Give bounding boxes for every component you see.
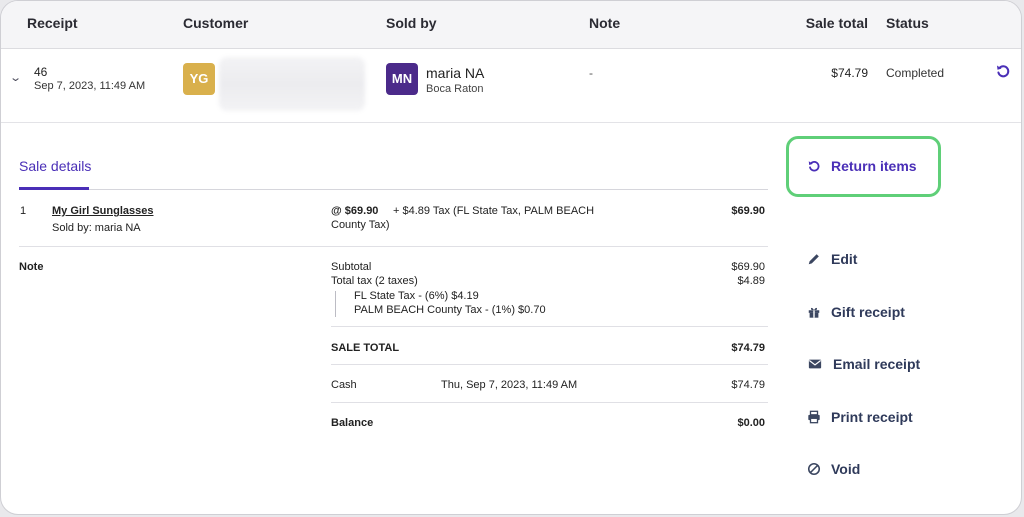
note-value: -	[589, 66, 593, 80]
tab-active-indicator	[19, 187, 89, 190]
void-label: Void	[831, 461, 861, 477]
col-sold-by[interactable]: Sold by	[386, 15, 437, 31]
divider	[331, 326, 768, 327]
payment-date: Thu, Sep 7, 2023, 11:49 AM	[441, 379, 578, 391]
item-amount: $69.90	[731, 205, 765, 217]
email-receipt-button[interactable]: Email receipt	[807, 353, 920, 375]
payment-amount: $74.79	[731, 379, 765, 391]
sale-total-label: SALE TOTAL	[331, 342, 400, 354]
divider	[19, 246, 768, 247]
gift-icon	[808, 307, 820, 318]
void-button[interactable]: Void	[807, 458, 860, 480]
return-items-button[interactable]: Return items	[807, 155, 917, 177]
print-receipt-label: Print receipt	[831, 409, 913, 425]
status-badge: Completed	[886, 66, 945, 80]
item-tax-line-1: + $4.89 Tax (FL State Tax, PALM BEACH	[393, 205, 595, 217]
envelope-icon	[808, 359, 822, 369]
table-header: Receipt Customer Sold by Note Sale total…	[1, 1, 1021, 49]
email-receipt-label: Email receipt	[833, 356, 921, 372]
void-icon	[807, 462, 821, 476]
col-customer[interactable]: Customer	[183, 15, 248, 31]
table-row[interactable]: ⌄ 46 Sep 7, 2023, 11:49 AM YG MN maria N…	[1, 49, 1021, 123]
seller-avatar: MN	[386, 63, 418, 95]
receipt-date: Sep 7, 2023, 11:49 AM	[34, 80, 146, 92]
customer-details-redacted	[219, 57, 365, 111]
item-unit-price: @ $69.90	[331, 205, 379, 217]
col-note[interactable]: Note	[589, 15, 620, 31]
total-tax-label: Total tax (2 taxes)	[331, 275, 418, 287]
pencil-icon	[808, 254, 819, 265]
sale-total-value: $74.79	[831, 66, 868, 80]
seller-location: Boca Raton	[426, 83, 484, 95]
gift-receipt-button[interactable]: Gift receipt	[807, 301, 905, 323]
gift-receipt-label: Gift receipt	[831, 304, 905, 320]
subtotal-label: Subtotal	[331, 261, 372, 273]
return-icon[interactable]	[995, 63, 1011, 79]
item-sold-by: Sold by: maria NA	[52, 222, 141, 234]
tax-breakdown-bar	[335, 291, 336, 317]
tax-breakdown-1: FL State Tax - (6%) $4.19	[354, 290, 479, 302]
balance-value: $0.00	[737, 417, 765, 429]
printer-icon	[808, 410, 820, 424]
total-tax-value: $4.89	[737, 275, 765, 287]
edit-button[interactable]: Edit	[807, 248, 857, 270]
tab-sale-details[interactable]: Sale details	[19, 158, 91, 174]
print-receipt-button[interactable]: Print receipt	[807, 406, 913, 428]
chevron-down-icon[interactable]: ⌄	[9, 71, 22, 84]
sale-card: Receipt Customer Sold by Note Sale total…	[0, 0, 1022, 515]
edit-label: Edit	[831, 251, 858, 267]
col-status[interactable]: Status	[886, 15, 929, 31]
col-receipt[interactable]: Receipt	[27, 15, 78, 31]
receipt-number: 46	[34, 65, 48, 79]
item-tax-line-2: County Tax)	[331, 219, 390, 231]
item-name-link[interactable]: My Girl Sunglasses	[52, 205, 153, 217]
return-icon	[808, 161, 820, 172]
subtotal-value: $69.90	[731, 261, 765, 273]
col-sale-total[interactable]: Sale total	[806, 15, 868, 31]
sale-total-amount: $74.79	[731, 342, 765, 354]
tax-breakdown-2: PALM BEACH County Tax - (1%) $0.70	[354, 304, 546, 316]
balance-label: Balance	[331, 417, 374, 429]
return-items-label: Return items	[831, 158, 917, 174]
payment-method: Cash	[331, 379, 357, 391]
divider	[331, 364, 768, 365]
tab-divider	[19, 189, 768, 190]
seller-name: maria NA	[426, 65, 485, 81]
customer-avatar: YG	[183, 63, 215, 95]
note-label: Note	[19, 261, 44, 273]
divider	[331, 402, 768, 403]
item-qty: 1	[20, 205, 27, 217]
